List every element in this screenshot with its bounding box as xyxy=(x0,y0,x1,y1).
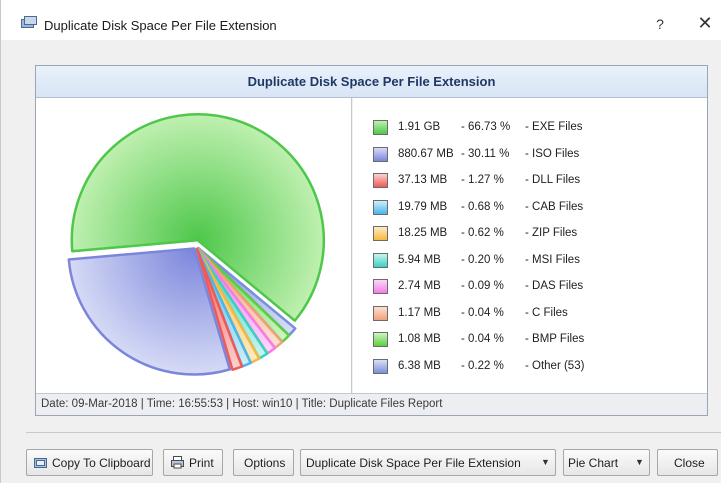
report-type-value: Duplicate Disk Space Per File Extension xyxy=(306,456,521,470)
pie-chart xyxy=(67,113,325,376)
close-button[interactable]: Close xyxy=(657,449,718,476)
legend-extension: - Other (53) xyxy=(525,359,585,372)
legend-percent: - 0.09 % xyxy=(461,280,504,292)
legend-size: 1.08 MB xyxy=(398,333,441,345)
window-close-button[interactable]: ✕ xyxy=(696,13,714,34)
legend-percent: - 0.62 % xyxy=(461,227,504,239)
legend-item: 880.67 MB - 30.11 % - ISO Files xyxy=(353,144,707,164)
legend-percent: - 66.73 % xyxy=(461,121,511,133)
legend-size: 5.94 MB xyxy=(398,253,441,266)
legend-swatch xyxy=(373,120,388,135)
options-button[interactable]: Options xyxy=(233,449,294,476)
legend-item: 1.17 MB - 0.04 % - C Files xyxy=(353,303,707,323)
report-type-select[interactable]: Duplicate Disk Space Per File Extension … xyxy=(300,449,556,476)
legend-swatch xyxy=(373,332,388,347)
copy-to-clipboard-label: Copy To Clipboard xyxy=(52,456,151,470)
legend-swatch xyxy=(373,252,388,268)
legend-size: 6.38 MB xyxy=(398,359,441,372)
panel-title: Duplicate Disk Space Per File Extension xyxy=(247,74,496,89)
legend-extension: - MSI Files xyxy=(525,253,580,266)
close-label: Close xyxy=(674,456,705,470)
legend-item: 5.94 MB - 0.20 % - MSI Files xyxy=(353,250,707,270)
legend-percent: - 0.04 % xyxy=(461,306,504,319)
pie-chart-area xyxy=(36,98,352,393)
report-info-text: Date: 09-Mar-2018 | Time: 16:55:53 | Hos… xyxy=(41,398,443,410)
clipboard-icon xyxy=(34,458,47,468)
chart-type-select[interactable]: Pie Chart ▼ xyxy=(563,449,650,476)
legend-swatch xyxy=(373,358,388,374)
legend-size: 1.17 MB xyxy=(398,306,441,319)
help-button[interactable]: ? xyxy=(652,16,668,32)
legend-extension: - BMP Files xyxy=(525,333,585,345)
chart-legend: 1.91 GB - 66.73 % - EXE Files 880.67 MB - 30… xyxy=(353,98,707,393)
legend-extension: - DAS Files xyxy=(525,280,584,292)
chart-type-value: Pie Chart xyxy=(568,456,619,470)
copy-to-clipboard-button[interactable]: Copy To Clipboard xyxy=(26,449,153,476)
legend-size: 37.13 MB xyxy=(398,174,448,186)
app-icon xyxy=(21,16,37,28)
chevron-down-icon: ▼ xyxy=(635,457,644,467)
chevron-down-icon: ▼ xyxy=(541,457,550,467)
legend-size: 19.79 MB xyxy=(398,200,448,213)
legend-extension: - EXE Files xyxy=(525,121,583,133)
legend-item: 18.25 MB - 0.62 % - ZIP Files xyxy=(353,223,707,243)
legend-extension: - ISO Files xyxy=(525,147,580,160)
printer-icon xyxy=(171,456,184,469)
legend-size: 18.25 MB xyxy=(398,227,448,239)
report-panel: Duplicate Disk Space Per File Extension … xyxy=(35,65,708,416)
legend-item: 1.91 GB - 66.73 % - EXE Files xyxy=(353,117,707,137)
legend-item: 6.38 MB - 0.22 % - Other (53) xyxy=(353,356,707,376)
legend-percent: - 1.27 % xyxy=(461,174,504,186)
legend-size: 1.91 GB xyxy=(398,121,441,133)
legend-size: 2.74 MB xyxy=(398,280,441,292)
print-button[interactable]: Print xyxy=(163,449,223,476)
panel-footer: Date: 09-Mar-2018 | Time: 16:55:53 | Hos… xyxy=(36,393,707,415)
legend-extension: - ZIP Files xyxy=(525,227,578,239)
legend-item: 19.79 MB - 0.68 % - CAB Files xyxy=(353,197,707,217)
legend-percent: - 0.22 % xyxy=(461,359,504,372)
legend-percent: - 0.68 % xyxy=(461,200,504,213)
legend-percent: - 0.04 % xyxy=(461,333,504,345)
legend-swatch xyxy=(373,279,388,294)
separator xyxy=(26,432,721,433)
legend-percent: - 30.11 % xyxy=(461,147,510,160)
dialog-window: Duplicate Disk Space Per File Extension … xyxy=(0,0,721,483)
legend-extension: - CAB Files xyxy=(525,200,584,213)
legend-item: 37.13 MB - 1.27 % - DLL Files xyxy=(353,170,707,190)
legend-extension: - DLL Files xyxy=(525,174,581,186)
legend-swatch xyxy=(373,199,388,215)
legend-size: 880.67 MB xyxy=(398,147,454,160)
legend-swatch xyxy=(373,173,388,188)
legend-item: 1.08 MB - 0.04 % - BMP Files xyxy=(353,329,707,349)
legend-swatch xyxy=(373,146,388,162)
legend-swatch xyxy=(373,226,388,241)
legend-percent: - 0.20 % xyxy=(461,253,504,266)
panel-header: Duplicate Disk Space Per File Extension xyxy=(36,66,707,98)
print-label: Print xyxy=(189,456,214,470)
legend-extension: - C Files xyxy=(525,306,568,319)
legend-swatch xyxy=(373,305,388,321)
window-title: Duplicate Disk Space Per File Extension xyxy=(44,18,277,33)
title-bar: Duplicate Disk Space Per File Extension … xyxy=(1,0,721,40)
options-label: Options xyxy=(244,456,286,470)
legend-item: 2.74 MB - 0.09 % - DAS Files xyxy=(353,276,707,296)
